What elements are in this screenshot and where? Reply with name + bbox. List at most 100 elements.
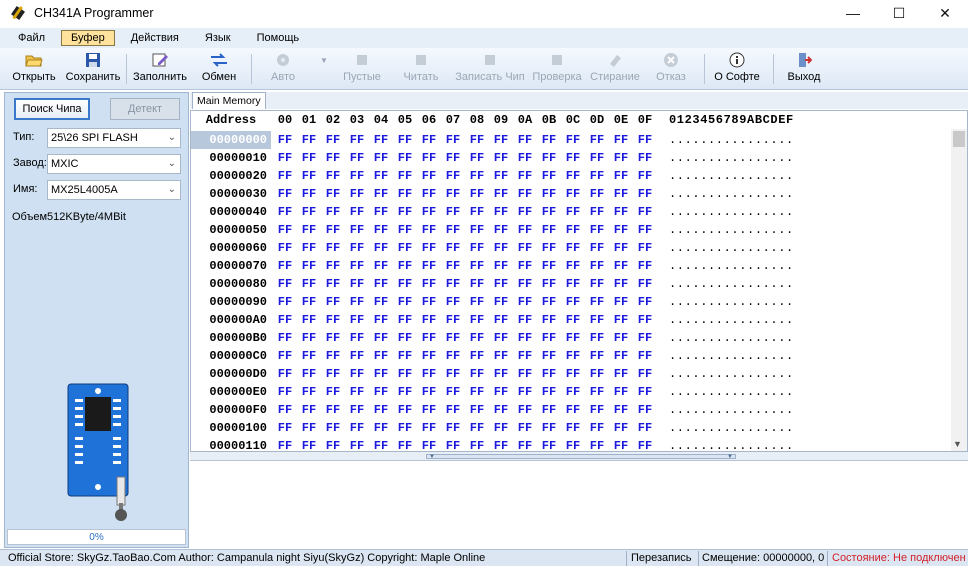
hex-byte[interactable]: FF [369, 167, 393, 185]
hex-byte[interactable]: FF [417, 167, 441, 185]
hex-byte[interactable]: FF [273, 329, 297, 347]
hex-byte[interactable]: FF [441, 185, 465, 203]
hex-byte[interactable]: FF [345, 401, 369, 419]
hex-byte[interactable]: FF [369, 239, 393, 257]
hex-byte[interactable]: FF [345, 149, 369, 167]
hex-byte[interactable]: FF [585, 365, 609, 383]
hex-byte[interactable]: FF [465, 257, 489, 275]
hex-byte[interactable]: FF [633, 419, 657, 437]
hex-byte[interactable]: FF [273, 203, 297, 221]
hex-byte[interactable]: FF [489, 347, 513, 365]
hex-byte[interactable]: FF [297, 203, 321, 221]
auto-button[interactable]: Авто [252, 48, 314, 88]
hex-byte[interactable]: FF [561, 365, 585, 383]
hex-byte[interactable]: FF [465, 365, 489, 383]
hex-byte[interactable]: FF [345, 365, 369, 383]
hex-byte[interactable]: FF [561, 383, 585, 401]
hex-byte[interactable]: FF [297, 329, 321, 347]
write-chip-button[interactable]: Записать Чип [452, 48, 528, 88]
hex-byte[interactable]: FF [633, 347, 657, 365]
hex-byte[interactable]: FF [537, 167, 561, 185]
hex-byte[interactable]: FF [633, 383, 657, 401]
verify-button[interactable]: Проверка [528, 48, 586, 88]
hex-byte[interactable]: FF [321, 203, 345, 221]
hex-byte[interactable]: FF [465, 275, 489, 293]
hex-byte[interactable]: FF [561, 293, 585, 311]
hex-byte[interactable]: FF [585, 437, 609, 451]
erase-button[interactable]: Стирание [586, 48, 644, 88]
hex-byte[interactable]: FF [393, 419, 417, 437]
hex-byte[interactable]: FF [441, 149, 465, 167]
hex-row[interactable]: 00000100 FF FF FF FF FF FF FF FF FF FF FF FF FF FF FF FF… [191, 419, 951, 437]
hex-byte[interactable]: FF [369, 203, 393, 221]
hex-byte[interactable]: FF [561, 401, 585, 419]
hex-byte[interactable]: FF [609, 383, 633, 401]
hex-byte[interactable]: FF [609, 167, 633, 185]
hex-byte[interactable]: FF [417, 311, 441, 329]
hex-byte[interactable]: FF [489, 275, 513, 293]
hex-byte[interactable]: FF [345, 347, 369, 365]
hex-byte[interactable]: FF [273, 239, 297, 257]
hex-byte[interactable]: FF [513, 203, 537, 221]
hex-byte[interactable]: FF [513, 419, 537, 437]
hex-byte[interactable]: FF [561, 419, 585, 437]
hex-byte[interactable]: FF [297, 293, 321, 311]
hex-byte[interactable]: FF [465, 221, 489, 239]
hex-byte[interactable]: FF [489, 185, 513, 203]
hex-row[interactable]: 00000000 FF FF FF FF FF FF FF FF FF FF FF FF FF FF FF FF… [191, 131, 951, 149]
hex-byte[interactable]: FF [393, 347, 417, 365]
hex-byte[interactable]: FF [465, 167, 489, 185]
open-button[interactable]: Открыть [8, 48, 60, 88]
hex-byte[interactable]: FF [537, 275, 561, 293]
hex-byte[interactable]: FF [369, 149, 393, 167]
hex-byte[interactable]: FF [561, 221, 585, 239]
hex-byte[interactable]: FF [465, 149, 489, 167]
hex-byte[interactable]: FF [417, 383, 441, 401]
hex-byte[interactable]: FF [273, 167, 297, 185]
hex-byte[interactable]: FF [369, 347, 393, 365]
hex-byte[interactable]: FF [537, 293, 561, 311]
hex-byte[interactable]: FF [393, 131, 417, 149]
hex-byte[interactable]: FF [417, 419, 441, 437]
hex-byte[interactable]: FF [513, 275, 537, 293]
hex-byte[interactable]: FF [489, 383, 513, 401]
hex-byte[interactable]: FF [585, 131, 609, 149]
hex-byte[interactable]: FF [393, 185, 417, 203]
hex-byte[interactable]: FF [393, 275, 417, 293]
hex-byte[interactable]: FF [465, 383, 489, 401]
hex-byte[interactable]: FF [321, 401, 345, 419]
hex-byte[interactable]: FF [345, 131, 369, 149]
hex-byte[interactable]: FF [585, 311, 609, 329]
hex-byte[interactable]: FF [513, 401, 537, 419]
hex-byte[interactable]: FF [441, 311, 465, 329]
pane-splitter[interactable]: ▼ ▼ [190, 452, 968, 461]
hex-byte[interactable]: FF [321, 311, 345, 329]
hex-byte[interactable]: FF [345, 275, 369, 293]
hex-byte[interactable]: FF [417, 275, 441, 293]
hex-byte[interactable]: FF [393, 329, 417, 347]
hex-byte[interactable]: FF [609, 275, 633, 293]
hex-byte[interactable]: FF [297, 383, 321, 401]
hex-byte[interactable]: FF [321, 347, 345, 365]
hex-byte[interactable]: FF [393, 311, 417, 329]
hex-byte[interactable]: FF [537, 203, 561, 221]
hex-byte[interactable]: FF [585, 185, 609, 203]
hex-byte[interactable]: FF [537, 437, 561, 451]
hex-byte[interactable]: FF [633, 365, 657, 383]
hex-byte[interactable]: FF [489, 221, 513, 239]
hex-byte[interactable]: FF [537, 131, 561, 149]
hex-row[interactable]: 000000D0 FF FF FF FF FF FF FF FF FF FF FF FF FF FF FF FF… [191, 365, 951, 383]
hex-byte[interactable]: FF [585, 203, 609, 221]
hex-byte[interactable]: FF [489, 401, 513, 419]
hex-byte[interactable]: FF [609, 257, 633, 275]
close-button[interactable]: ✕ [922, 0, 968, 26]
hex-byte[interactable]: FF [345, 383, 369, 401]
hex-byte[interactable]: FF [393, 203, 417, 221]
hex-byte[interactable]: FF [561, 185, 585, 203]
hex-byte[interactable]: FF [585, 329, 609, 347]
about-button[interactable]: О Софте [705, 48, 769, 88]
hex-row[interactable]: 00000060 FF FF FF FF FF FF FF FF FF FF FF FF FF FF FF FF… [191, 239, 951, 257]
hex-byte[interactable]: FF [441, 167, 465, 185]
scroll-down-icon[interactable]: ▼ [953, 439, 962, 449]
tab-main-memory[interactable]: Main Memory [192, 92, 266, 109]
